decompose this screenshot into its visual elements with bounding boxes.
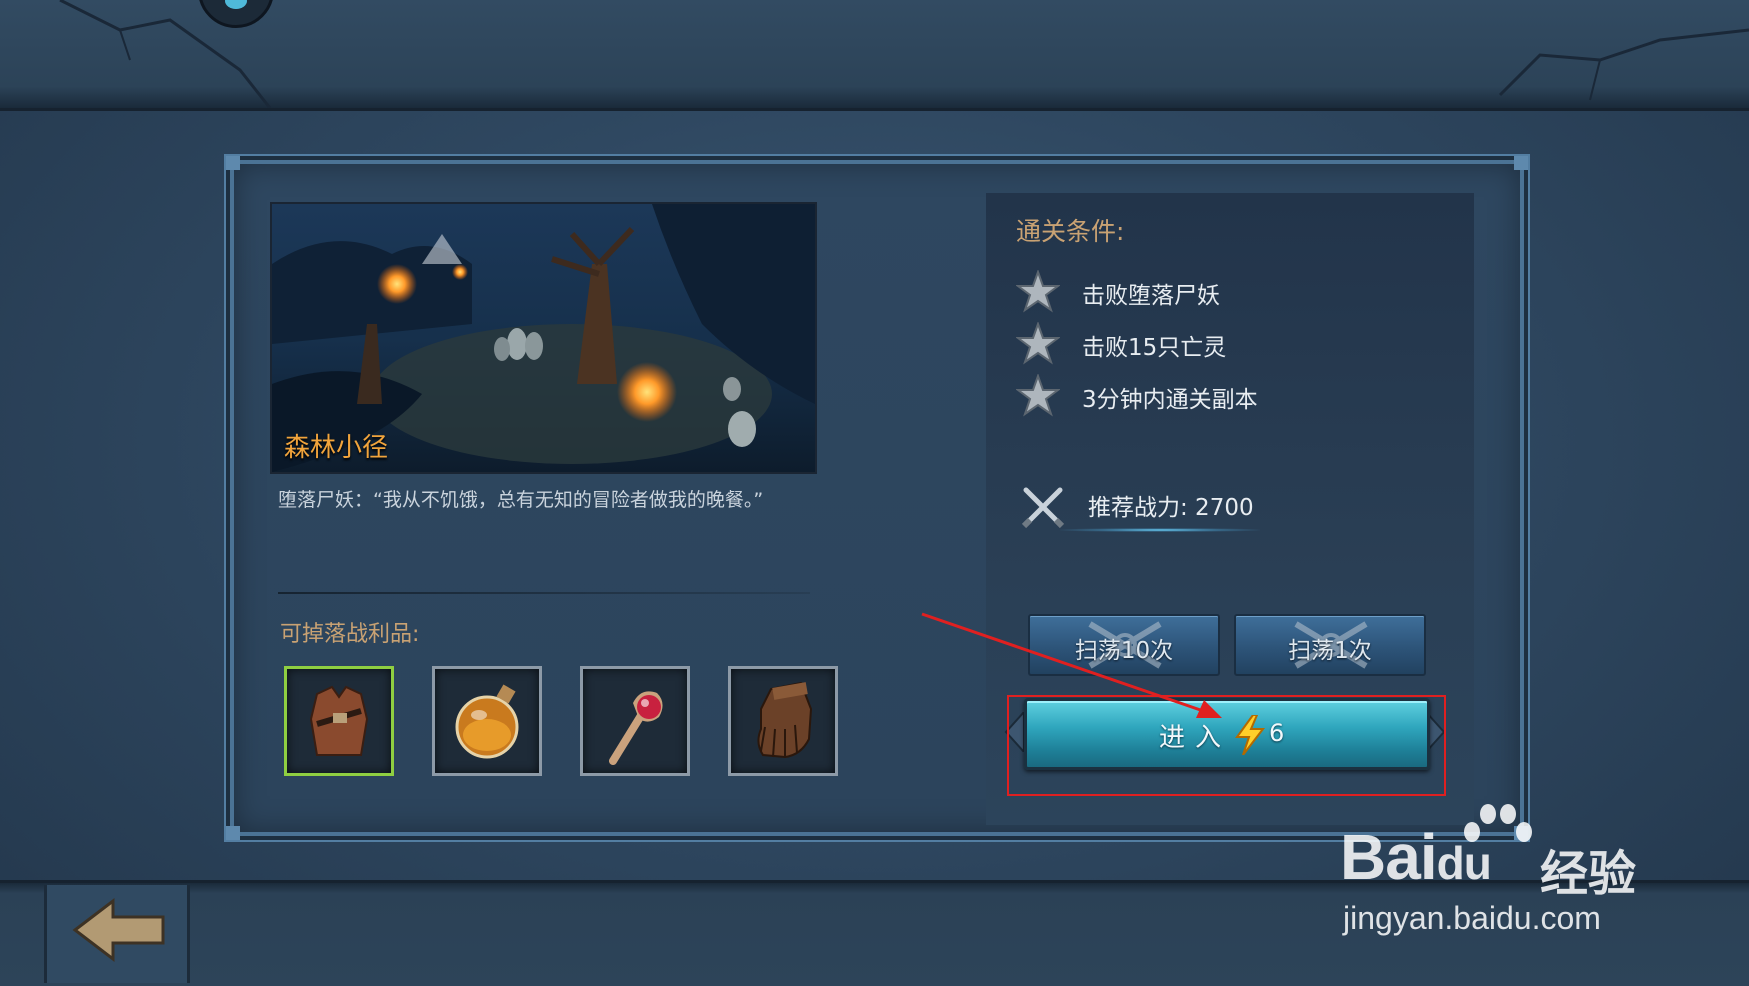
back-arrow-icon	[72, 897, 165, 963]
paw-icon	[1464, 804, 1532, 842]
glove-icon	[757, 681, 813, 759]
sweep-10-label: 扫荡10次	[1074, 638, 1174, 664]
top-bar	[0, 0, 1749, 111]
leather-armor-icon	[309, 685, 369, 756]
enter-button[interactable]: 进入 6	[1024, 698, 1430, 770]
loot-slot[interactable]	[580, 666, 690, 776]
star-icon	[1016, 374, 1060, 417]
loot-slot[interactable]	[432, 666, 542, 776]
condition-text: 3分钟内通关副本	[1082, 387, 1258, 413]
conditions-title: 通关条件:	[1016, 217, 1125, 246]
stage-name: 森林小径	[284, 433, 389, 463]
watermark-cn: 经验	[1540, 846, 1637, 902]
power-glow	[1060, 528, 1260, 532]
crossed-swords-icon	[1021, 487, 1065, 529]
stage-preview-image: 森林小径	[270, 202, 817, 474]
back-button[interactable]	[44, 885, 190, 983]
condition-text: 击败15只亡灵	[1082, 335, 1227, 361]
sweep-1-button[interactable]: 扫荡1次	[1234, 614, 1426, 676]
corner-ornament	[1514, 156, 1528, 170]
sweep-10-button[interactable]: 扫荡10次	[1028, 614, 1220, 676]
loot-slot[interactable]	[284, 666, 394, 776]
condition-row: 击败15只亡灵	[1016, 322, 1416, 365]
boss-quote: 堕落尸妖：“我从不饥饿，总有无知的冒险者做我的晚餐。”	[278, 489, 764, 511]
staff-icon	[609, 691, 663, 765]
energy-cost: 6	[1269, 719, 1285, 747]
star-icon	[1016, 270, 1060, 313]
recommended-power: 推荐战力: 2700	[1020, 484, 1300, 544]
power-text: 推荐战力: 2700	[1088, 495, 1254, 521]
sweep-1-label: 扫荡1次	[1288, 638, 1372, 664]
enter-label: 进入	[1159, 723, 1232, 753]
corner-ornament	[226, 826, 240, 840]
baidu-watermark: Baidu 经验 jingyan.baidu.com	[1340, 800, 1660, 950]
potion-icon	[455, 684, 519, 759]
condition-row: 击败堕落尸妖	[1016, 270, 1416, 313]
divider	[278, 592, 810, 594]
watermark-url: jingyan.baidu.com	[1343, 900, 1601, 936]
corner-ornament	[226, 156, 240, 170]
condition-text: 击败堕落尸妖	[1082, 283, 1220, 309]
condition-row: 3分钟内通关副本	[1016, 374, 1416, 417]
star-icon	[1016, 322, 1060, 365]
loot-label: 可掉落战利品:	[280, 622, 420, 647]
energy-bolt-icon	[1235, 715, 1266, 755]
enter-button-cap-left	[1004, 712, 1025, 752]
loot-slot[interactable]	[728, 666, 838, 776]
